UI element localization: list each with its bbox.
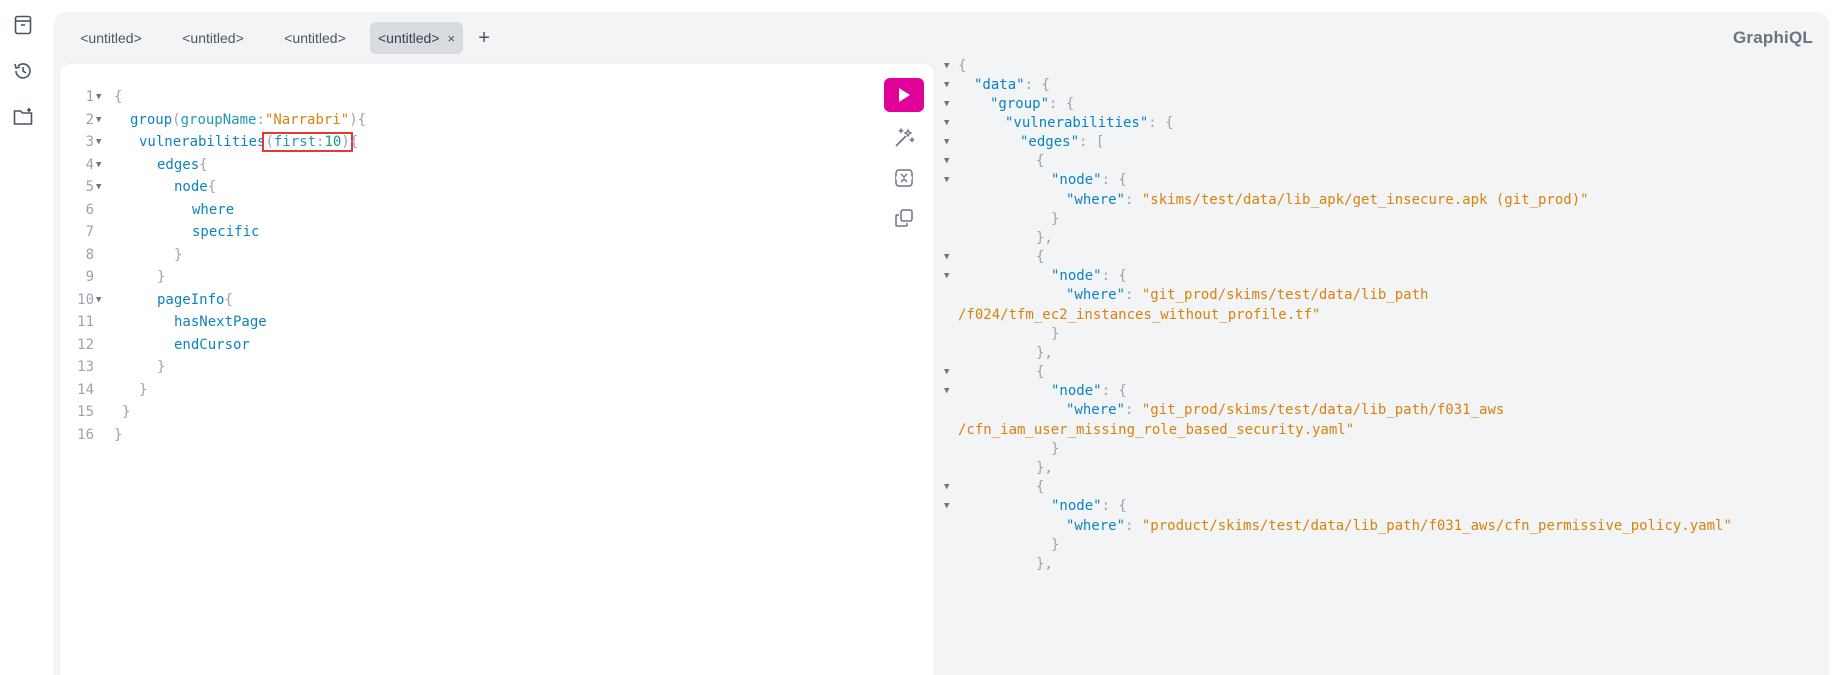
brace: { [114,89,123,105]
main-panel: <untitled> <untitled> <untitled> <untitl… [54,12,1829,675]
json-key: "group" [990,96,1050,112]
fold-icon[interactable]: ▼ [96,289,101,312]
merge-icon [895,169,913,187]
field-name: specific [192,224,260,240]
tab-label: <untitled> [80,30,142,46]
result-viewer[interactable]: ▼{ ▼ "data": { ▼ "group": { ▼ "vulnerabilit… [944,12,1819,675]
play-icon [899,88,910,102]
field-name: where [192,201,235,218]
json-key: "node" [1051,383,1102,399]
line-number: 14 [77,381,94,398]
fold-icon[interactable]: ▼ [944,265,958,287]
json-value: /f024/tfm_ec2_instances_without_profile.… [958,307,1321,323]
tab-label: <untitled> [378,30,440,46]
line-number: 5 [85,179,94,195]
argument-value: 10 [324,134,342,150]
line-number: 15 [77,404,94,420]
tab-untitled-3[interactable]: <untitled> [268,22,362,54]
json-key: "where" [1066,518,1126,534]
json-value: /cfn_iam_user_missing_role_based_securit… [958,422,1355,438]
json-key: "where" [1066,192,1126,208]
field-name: edges [157,156,200,173]
tab-bar: <untitled> <untitled> <untitled> <untitl… [64,22,497,54]
json-key: "node" [1051,268,1102,284]
tab-untitled-1[interactable]: <untitled> [64,22,158,54]
line-number: 13 [77,359,94,375]
docs-icon[interactable] [12,14,34,36]
highlight-box: (first:10) [262,132,353,152]
tab-label: <untitled> [182,30,244,46]
merge-fragments-button[interactable] [892,166,916,190]
argument-name: first [273,134,317,150]
close-tab-icon[interactable]: × [448,31,456,46]
tab-label: <untitled> [284,30,346,46]
fold-icon[interactable]: ▼ [96,154,101,177]
json-value: "product/skims/test/data/lib_path/f031_a… [1141,518,1732,534]
copy-icon [895,209,913,227]
json-key: "node" [1051,498,1102,514]
explorer-icon[interactable] [12,106,34,128]
json-key: "data" [974,77,1025,93]
query-editor[interactable]: 1 ▼{ 2 ▼ group(groupName:"Narrabri"){ 3 ▼ vul… [60,64,934,675]
fold-icon[interactable]: ▼ [96,131,101,154]
tab-untitled-active[interactable]: <untitled> × [370,22,464,54]
line-number: 4 [85,156,94,173]
prettify-icon [895,127,916,147]
line-number: 10 [77,291,94,308]
add-tab-button[interactable]: + [471,22,497,54]
json-key: "node" [1051,172,1102,188]
line-number: 11 [77,314,94,330]
json-value: "git_prod/skims/test/data/lib_path/f031_… [1141,402,1505,418]
field-name: node [174,179,208,195]
copy-query-button[interactable] [892,206,916,230]
field-name: group [130,111,173,128]
field-name: endCursor [174,336,250,353]
json-value: "skims/test/data/lib_apk/get_insecure.ap… [1141,192,1589,208]
json-key: "where" [1066,287,1126,303]
json-key: "edges" [1020,134,1080,150]
line-number: 12 [77,336,94,353]
line-number: 6 [85,201,94,218]
fold-icon[interactable]: ▼ [96,109,101,132]
line-number: 8 [85,246,94,263]
line-number: 1 [85,89,94,105]
line-number: 9 [85,269,94,285]
sidebar [0,0,46,675]
tab-untitled-2[interactable]: <untitled> [166,22,260,54]
json-value: "git_prod/skims/test/data/lib_path [1141,287,1429,303]
prettify-button[interactable] [892,126,916,150]
line-number: 2 [85,111,94,128]
fold-icon[interactable]: ▼ [944,380,958,402]
field-name: vulnerabilities [139,134,266,150]
run-query-button[interactable] [884,78,924,112]
line-number: 16 [77,426,94,443]
line-number: 7 [85,224,94,240]
field-name: hasNextPage [174,314,267,330]
history-icon[interactable] [12,60,34,82]
field-name: pageInfo [157,291,225,308]
fold-icon[interactable]: ▼ [96,176,101,199]
argument-name: groupName [180,111,257,128]
argument-value: "Narrabri" [264,111,350,128]
line-number: 3 [85,134,94,150]
json-key: "where" [1066,402,1126,418]
fold-icon[interactable]: ▼ [944,495,958,517]
fold-icon[interactable]: ▼ [944,169,958,191]
json-key: "vulnerabilities" [1005,115,1149,131]
fold-icon[interactable]: ▼ [96,86,101,109]
